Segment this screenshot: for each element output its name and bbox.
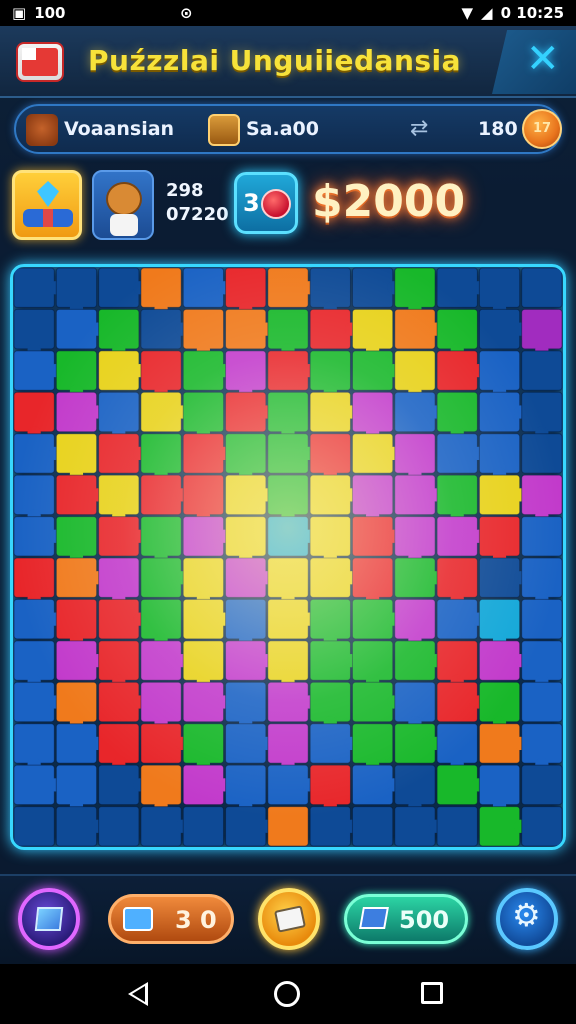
close-button[interactable]: ✕ [492,30,576,94]
signal-icon: ◢ [481,4,493,22]
coins-icon [359,907,389,929]
hint-count: 3 0 [175,906,217,934]
status-right-text: 0 10:25 [500,4,564,22]
gift-button[interactable] [258,888,320,950]
stat-line-1: 298 [166,180,204,201]
status-left: ▣ 100 [12,4,66,22]
score-label: Sa.a00 [246,118,319,140]
status-sync-icon: ⊙ [180,4,193,22]
game-screen: Puźzzlai Unguiiedansia ✕ Voaansian Sa.a0… [0,26,576,964]
bottom-bar: 3 0 500 ⚙ [0,874,576,964]
player-name: Voaansian [64,118,175,140]
game-title: Puźzzlai Unguiiedansia [88,44,462,77]
navigation-bar [0,964,576,1024]
recents-button[interactable] [421,982,443,1004]
coins-pill-button[interactable]: 500 [344,894,468,944]
hint-pill-button[interactable]: 3 0 [108,894,234,944]
board-glow [13,267,563,847]
hint-icon [123,907,153,931]
puzzle-board[interactable] [10,264,566,850]
wifi-icon: ▼ [461,4,474,22]
gear-icon: ⚙ [512,896,541,934]
settings-button[interactable]: ⚙ [496,888,558,950]
status-left-text: 100 [34,4,66,22]
title-bar: Puźzzlai Unguiiedansia ✕ [0,26,576,98]
puzzle-grid[interactable] [13,267,563,847]
back-button[interactable] [128,982,148,1006]
info-bar: Voaansian Sa.a00 ⇄ 180 17 [14,104,562,154]
gem-badge-icon[interactable] [12,170,82,240]
character-avatar[interactable] [92,170,154,240]
chest-icon [208,114,240,146]
swap-arrows-icon[interactable]: ⇄ [410,116,428,141]
stat-line-2: 07220 [166,204,229,225]
move-count: 180 [478,118,518,140]
status-bar: ▣ 100 ⊙ ▼ ◢ 0 10:25 [0,0,576,26]
status-photo-icon: ▣ [12,4,27,22]
bear-avatar-icon [26,114,58,146]
coin-icon[interactable]: 17 [522,109,562,149]
timer-number: 3 [243,189,260,217]
map-icon [34,907,64,931]
stats-row: 298 07220 3 $2000 [0,162,576,250]
timer-icon[interactable]: 3 [234,172,298,234]
total-score: $2000 [312,176,466,227]
close-icon: ✕ [526,36,560,82]
flag-icon[interactable] [16,42,64,82]
coins-count: 500 [399,906,450,934]
status-right: ▼ ◢ 0 10:25 [462,4,565,22]
home-button[interactable] [274,981,300,1007]
map-button[interactable] [18,888,80,950]
gift-icon [274,905,306,933]
